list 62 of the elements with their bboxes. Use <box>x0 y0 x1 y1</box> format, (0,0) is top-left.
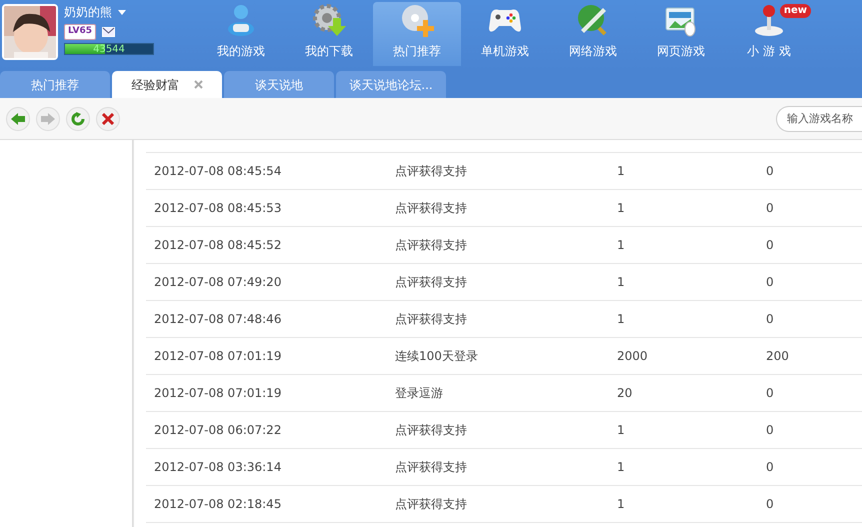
level-badge: LV65 <box>64 24 96 40</box>
disc-icon <box>399 2 435 38</box>
page-tab[interactable]: 谈天说地论坛... <box>336 71 446 98</box>
table-cell-text: 2012-07-08 08:45:53 <box>153 200 282 217</box>
table-cell-text: 0 <box>766 422 775 439</box>
nav-tab[interactable]: 我的下载 <box>285 2 373 66</box>
table-cell-text: 2012-07-08 03:36:14 <box>153 459 282 476</box>
table-cell-text: 2012-07-08 02:18:45 <box>153 496 282 513</box>
table-cell-text: 点评获得支持 <box>395 237 468 254</box>
table-cell-text: 2012-07-08 07:48:46 <box>153 311 282 328</box>
nav-tab[interactable]: new 小 游 戏 <box>725 2 813 66</box>
table-cell-text: 0 <box>766 200 775 217</box>
search-field[interactable]: 输入游戏名称 <box>776 106 862 132</box>
refresh-icon[interactable] <box>66 106 90 130</box>
table-cell-text: 1 <box>617 163 626 180</box>
table-cell-text: 0 <box>766 274 775 291</box>
table-cell-text: 1 <box>617 274 626 291</box>
table-cell-text: 2012-07-08 07:01:19 <box>153 348 282 365</box>
table-cell-text: 点评获得支持 <box>395 311 468 328</box>
caret-icon[interactable] <box>118 10 126 14</box>
table-cell-text: 0 <box>766 163 775 180</box>
table-cell-text: 1 <box>617 496 626 513</box>
back-icon[interactable] <box>6 106 30 130</box>
gear-icon <box>311 2 347 38</box>
table-cell-text: 1 <box>617 237 626 254</box>
user-name[interactable]: 奶奶的熊 <box>64 3 112 21</box>
table-cell-text: 0 <box>766 459 775 476</box>
table-cell-text: 2012-07-08 07:49:20 <box>153 274 282 291</box>
mail-icon[interactable] <box>102 26 115 37</box>
nav-tab[interactable]: 网页游戏 <box>637 2 725 66</box>
table-cell-text: 连续100天登录 <box>395 348 479 365</box>
nav-tab[interactable]: 热门推荐 <box>373 2 461 66</box>
close-icon[interactable] <box>194 80 202 89</box>
table-cell-text: 2012-07-08 06:07:22 <box>153 422 282 439</box>
table-cell-text: 2012-07-08 07:01:19 <box>153 385 282 402</box>
table-cell-text: 点评获得支持 <box>395 200 468 217</box>
table-cell-text: 点评获得支持 <box>395 274 468 291</box>
nav-tab[interactable]: 单机游戏 <box>461 2 549 66</box>
table-cell-text: 点评获得支持 <box>395 496 468 513</box>
table-cell-text: 0 <box>766 496 775 513</box>
table-cell-text: 1 <box>617 200 626 217</box>
table-cell-text: 2012-07-08 08:45:54 <box>153 163 282 180</box>
table-cell-text: 1 <box>617 422 626 439</box>
page-tab[interactable]: 谈天说地 <box>224 71 334 98</box>
table-cell-text: 点评获得支持 <box>395 459 468 476</box>
table-cell-text: 点评获得支持 <box>395 163 468 180</box>
new-badge: new <box>780 4 811 18</box>
nav-tab[interactable]: 网络游戏 <box>549 2 637 66</box>
page-tab[interactable]: 热门推荐 <box>0 71 110 98</box>
table-cell-text: 20 <box>617 385 634 402</box>
table-cell-text: 点评获得支持 <box>395 422 468 439</box>
table-cell-text: 2000 <box>617 348 649 365</box>
page-tab[interactable]: 经验财富 <box>112 71 222 98</box>
table-cell-text: 0 <box>766 237 775 254</box>
table-cell-text: 200 <box>766 348 790 365</box>
table-cell-text: 2012-07-08 08:45:52 <box>153 237 282 254</box>
table-cell-text: 1 <box>617 459 626 476</box>
table-cell-text: 1 <box>617 311 626 328</box>
table-cell-text: 0 <box>766 311 775 328</box>
table-cell-text: 0 <box>766 385 775 402</box>
nav-tab[interactable]: 我的游戏 <box>197 2 285 66</box>
table-cell-text: 登录逗游 <box>395 385 444 402</box>
